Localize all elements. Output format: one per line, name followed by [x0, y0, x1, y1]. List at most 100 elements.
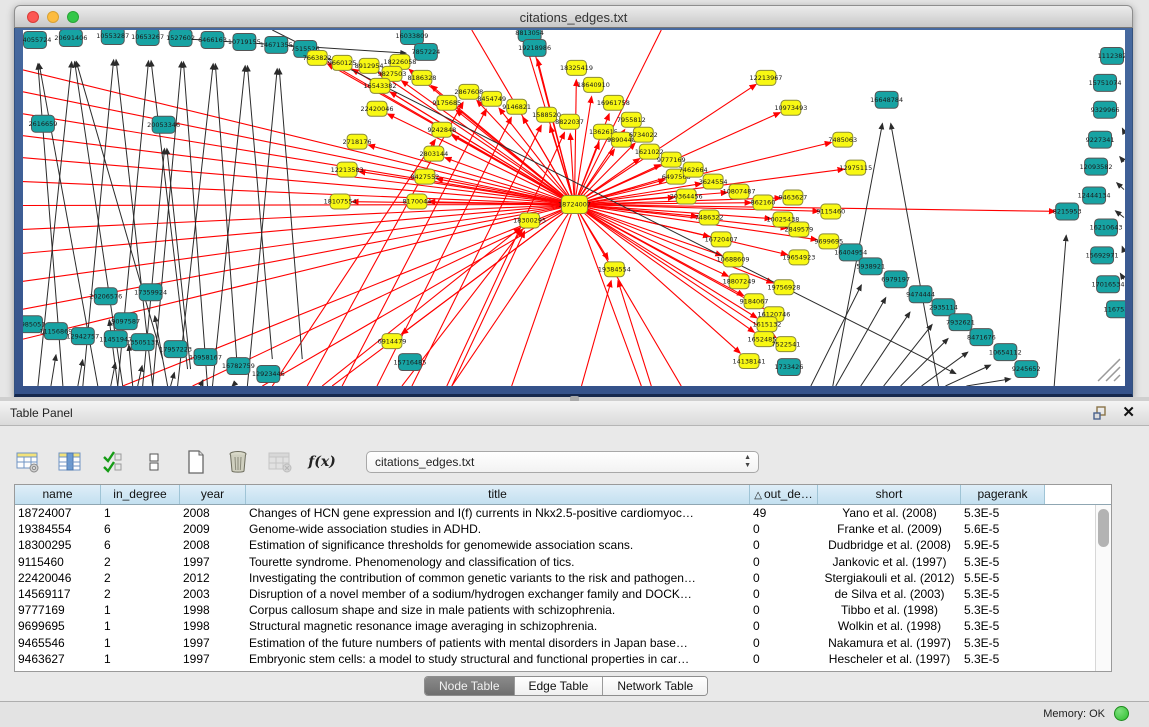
column-header-name[interactable]: name: [15, 485, 101, 504]
table-cell[interactable]: 1997: [180, 635, 246, 651]
table-cell[interactable]: Stergiakouli et al. (2012): [818, 570, 961, 586]
table-cell[interactable]: Jankovic et al. (1997): [818, 554, 961, 570]
table-cell[interactable]: 6: [101, 521, 180, 537]
table-cell[interactable]: 0: [750, 537, 818, 553]
table-cell[interactable]: Wolkin et al. (1998): [818, 618, 961, 634]
table-cell[interactable]: 22420046: [15, 570, 101, 586]
table-cell[interactable]: Disruption of a novel member of a sodium…: [246, 586, 750, 602]
table-cell[interactable]: Tourette syndrome. Phenomenology and cla…: [246, 554, 750, 570]
table-cell[interactable]: 0: [750, 635, 818, 651]
table-cell[interactable]: Embryonic stem cells: a model to study s…: [246, 651, 750, 667]
table-cell[interactable]: 18724007: [15, 505, 101, 521]
table-cell[interactable]: 5.3E-5: [961, 586, 1045, 602]
delete-table-icon[interactable]: [266, 448, 294, 476]
table-selector-dropdown[interactable]: citations_edges.txt ▲▼: [366, 451, 759, 473]
memory-status-indicator[interactable]: [1114, 706, 1129, 721]
table-cell[interactable]: 9463627: [15, 651, 101, 667]
delete-rows-icon[interactable]: [224, 448, 252, 476]
table-cell[interactable]: 2: [101, 586, 180, 602]
table-cell[interactable]: Yano et al. (2008): [818, 505, 961, 521]
float-panel-icon[interactable]: [1092, 405, 1108, 421]
table-cell[interactable]: 1998: [180, 618, 246, 634]
table-row[interactable]: 946362711997Embryonic stem cells: a mode…: [15, 651, 1095, 667]
table-cell[interactable]: Investigating the contribution of common…: [246, 570, 750, 586]
table-cell[interactable]: 0: [750, 570, 818, 586]
table-cell[interactable]: 14569117: [15, 586, 101, 602]
network-canvas[interactable]: 1405572420691406105532871065326715276026…: [23, 30, 1125, 386]
table-cell[interactable]: 9699695: [15, 618, 101, 634]
table-cell[interactable]: 1: [101, 651, 180, 667]
table-row[interactable]: 1872400712008Changes of HCN gene express…: [15, 505, 1095, 521]
table-cell[interactable]: Franke et al. (2009): [818, 521, 961, 537]
table-row[interactable]: 969969511998Structural magnetic resonanc…: [15, 618, 1095, 634]
table-cell[interactable]: Hescheler et al. (1997): [818, 651, 961, 667]
column-header-year[interactable]: year: [180, 485, 246, 504]
tab-edge-table[interactable]: Edge Table: [515, 677, 604, 695]
table-cell[interactable]: 6: [101, 537, 180, 553]
scrollbar-thumb[interactable]: [1098, 509, 1109, 547]
column-header-in_degree[interactable]: in_degree: [101, 485, 180, 504]
select-rows-icon[interactable]: [98, 448, 126, 476]
vertical-scrollbar[interactable]: [1095, 505, 1111, 671]
table-cell[interactable]: Genome-wide association studies in ADHD.: [246, 521, 750, 537]
table-cell[interactable]: 0: [750, 618, 818, 634]
table-row[interactable]: 1456911722003Disruption of a novel membe…: [15, 586, 1095, 602]
table-cell[interactable]: 9777169: [15, 602, 101, 618]
table-cell[interactable]: 5.3E-5: [961, 651, 1045, 667]
table-cell[interactable]: 2: [101, 570, 180, 586]
table-cell[interactable]: 2: [101, 554, 180, 570]
table-cell[interactable]: Nakamura et al. (1997): [818, 635, 961, 651]
table-cell[interactable]: 2009: [180, 521, 246, 537]
new-table-icon[interactable]: [182, 448, 210, 476]
column-header-short[interactable]: short: [818, 485, 961, 504]
table-cell[interactable]: de Silva et al. (2003): [818, 586, 961, 602]
table-cell[interactable]: 0: [750, 554, 818, 570]
table-cell[interactable]: 18300295: [15, 537, 101, 553]
show-columns-icon[interactable]: [56, 448, 84, 476]
table-cell[interactable]: 2003: [180, 586, 246, 602]
table-cell[interactable]: 5.6E-5: [961, 521, 1045, 537]
table-cell[interactable]: Estimation of the future numbers of pati…: [246, 635, 750, 651]
table-cell[interactable]: 2008: [180, 537, 246, 553]
table-row[interactable]: 946554611997Estimation of the future num…: [15, 635, 1095, 651]
table-row[interactable]: 1830029562008Estimation of significance …: [15, 537, 1095, 553]
column-header-pagerank[interactable]: pagerank: [961, 485, 1045, 504]
table-cell[interactable]: 2008: [180, 505, 246, 521]
table-row[interactable]: 977716911998Corpus callosum shape and si…: [15, 602, 1095, 618]
table-cell[interactable]: 5.3E-5: [961, 554, 1045, 570]
table-cell[interactable]: Changes of HCN gene expression and I(f) …: [246, 505, 750, 521]
table-cell[interactable]: 0: [750, 586, 818, 602]
table-mode-icon[interactable]: [14, 448, 42, 476]
function-builder-icon[interactable]: f(x): [308, 448, 336, 476]
table-cell[interactable]: 9115460: [15, 554, 101, 570]
close-panel-icon[interactable]: ✕: [1122, 405, 1135, 421]
table-cell[interactable]: 1997: [180, 651, 246, 667]
table-cell[interactable]: 1: [101, 602, 180, 618]
table-cell[interactable]: 2012: [180, 570, 246, 586]
table-cell[interactable]: 1998: [180, 602, 246, 618]
table-cell[interactable]: 1997: [180, 554, 246, 570]
column-header-title[interactable]: title: [246, 485, 750, 504]
table-cell[interactable]: Estimation of significance thresholds fo…: [246, 537, 750, 553]
table-row[interactable]: 1938455462009Genome-wide association stu…: [15, 521, 1095, 537]
column-header-out_de[interactable]: △out_de…: [750, 485, 818, 504]
table-cell[interactable]: 5.3E-5: [961, 618, 1045, 634]
table-cell[interactable]: 1: [101, 635, 180, 651]
table-cell[interactable]: 9465546: [15, 635, 101, 651]
table-cell[interactable]: 1: [101, 618, 180, 634]
tab-network-table[interactable]: Network Table: [603, 677, 707, 695]
table-cell[interactable]: 5.3E-5: [961, 635, 1045, 651]
table-cell[interactable]: 5.5E-5: [961, 570, 1045, 586]
resize-grip-icon[interactable]: [1098, 359, 1120, 381]
table-cell[interactable]: 0: [750, 602, 818, 618]
window-titlebar[interactable]: citations_edges.txt: [14, 5, 1133, 28]
tab-node-table[interactable]: Node Table: [425, 677, 515, 695]
table-cell[interactable]: 0: [750, 521, 818, 537]
table-cell[interactable]: 49: [750, 505, 818, 521]
table-row[interactable]: 911546021997Tourette syndrome. Phenomeno…: [15, 554, 1095, 570]
table-row[interactable]: 2242004622012Investigating the contribut…: [15, 570, 1095, 586]
table-cell[interactable]: Dudbridge et al. (2008): [818, 537, 961, 553]
table-cell[interactable]: 5.9E-5: [961, 537, 1045, 553]
row-height-icon[interactable]: [140, 448, 168, 476]
table-cell[interactable]: 5.3E-5: [961, 602, 1045, 618]
